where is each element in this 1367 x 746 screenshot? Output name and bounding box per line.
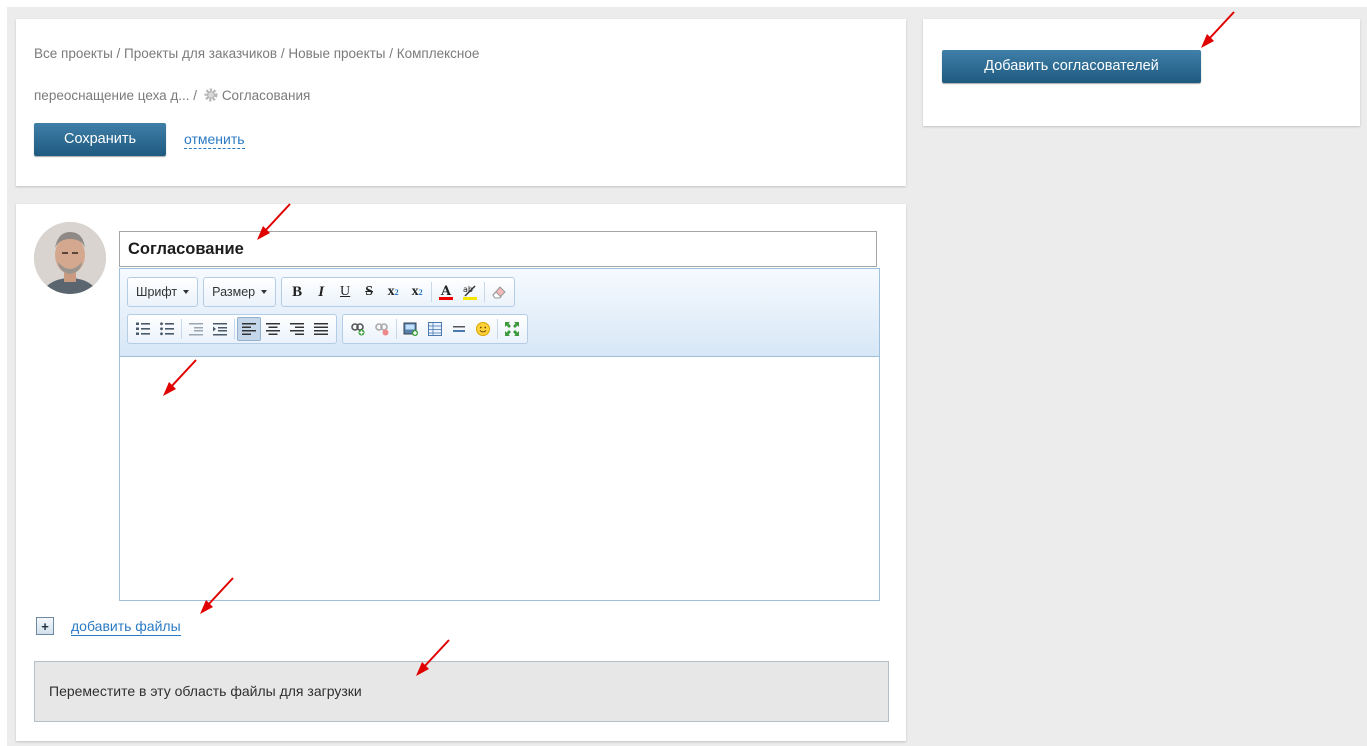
toolbar-separator bbox=[396, 319, 397, 339]
superscript-icon[interactable]: x2 bbox=[405, 280, 429, 304]
annotation-arrow bbox=[1201, 11, 1235, 48]
annotation-arrow bbox=[257, 203, 291, 240]
annotation-arrow bbox=[416, 639, 450, 676]
list-group bbox=[127, 314, 337, 344]
font-dropdown[interactable]: Шрифт bbox=[127, 277, 199, 307]
align-left-icon[interactable] bbox=[237, 317, 261, 341]
svg-text:A: A bbox=[440, 284, 452, 299]
breadcrumb-path[interactable]: переоснащение цеха д... / bbox=[34, 88, 201, 103]
outdent-icon[interactable] bbox=[184, 317, 208, 341]
editor-panel: Согласование Шрифт Размер B I U S x2 x2 … bbox=[16, 204, 906, 741]
link-icon[interactable] bbox=[346, 317, 370, 341]
insert-group bbox=[342, 314, 528, 344]
avatar bbox=[34, 222, 106, 294]
chevron-down-icon bbox=[183, 290, 190, 294]
rich-text-editor: Шрифт Размер B I U S x2 x2 A ab bbox=[119, 268, 880, 601]
save-button[interactable]: Сохранить bbox=[34, 123, 166, 156]
gear-icon bbox=[203, 78, 219, 102]
breadcrumb-line-1[interactable]: Все проекты / Проекты для заказчиков / Н… bbox=[34, 33, 479, 75]
strikethrough-icon[interactable]: S bbox=[357, 280, 381, 304]
toolbar-separator bbox=[431, 282, 433, 302]
annotation-arrow bbox=[200, 577, 234, 614]
size-dropdown-label: Размер bbox=[212, 285, 256, 299]
title-input[interactable]: Согласование bbox=[119, 231, 877, 267]
smiley-icon[interactable] bbox=[471, 317, 495, 341]
add-files-icon[interactable]: + bbox=[36, 617, 54, 635]
add-files-link[interactable]: добавить файлы bbox=[71, 618, 181, 636]
toolbar-row-1: Шрифт Размер B I U S x2 x2 A ab bbox=[127, 276, 520, 308]
bold-icon[interactable]: B bbox=[285, 280, 309, 304]
text-color-icon[interactable]: A bbox=[434, 280, 458, 304]
numbered-list-icon[interactable] bbox=[131, 317, 155, 341]
approvers-panel: Добавить согласователей bbox=[923, 19, 1360, 126]
font-dropdown-label: Шрифт bbox=[136, 285, 178, 299]
editor-content-area[interactable] bbox=[120, 358, 879, 600]
eraser-icon[interactable] bbox=[487, 280, 511, 304]
chevron-down-icon bbox=[261, 290, 268, 294]
highlight-color-icon[interactable]: ab bbox=[458, 280, 482, 304]
format-group: B I U S x2 x2 A ab bbox=[281, 277, 516, 307]
align-center-icon[interactable] bbox=[261, 317, 285, 341]
align-right-icon[interactable] bbox=[285, 317, 309, 341]
subscript-icon[interactable]: x2 bbox=[381, 280, 405, 304]
breadcrumb-line-2: переоснащение цеха д... / Согласования bbox=[34, 75, 310, 117]
horizontal-rule-icon[interactable] bbox=[447, 317, 471, 341]
add-approvers-button[interactable]: Добавить согласователей bbox=[942, 50, 1201, 83]
insert-image-icon[interactable] bbox=[399, 317, 423, 341]
toolbar-separator bbox=[497, 319, 498, 339]
indent-icon[interactable] bbox=[208, 317, 232, 341]
breadcrumb-current: Согласования bbox=[221, 88, 311, 103]
maximize-icon[interactable] bbox=[500, 317, 524, 341]
size-dropdown[interactable]: Размер bbox=[203, 277, 277, 307]
cancel-link[interactable]: отменить bbox=[184, 130, 245, 149]
dropzone-text: Переместите в эту область файлы для загр… bbox=[49, 683, 362, 699]
align-justify-icon[interactable] bbox=[309, 317, 333, 341]
italic-icon[interactable]: I bbox=[309, 280, 333, 304]
file-dropzone[interactable]: Переместите в эту область файлы для загр… bbox=[34, 661, 889, 722]
unlink-icon[interactable] bbox=[370, 317, 394, 341]
toolbar-separator bbox=[234, 319, 235, 339]
toolbar-row-2 bbox=[127, 313, 533, 345]
bullet-list-icon[interactable] bbox=[155, 317, 179, 341]
table-icon[interactable] bbox=[423, 317, 447, 341]
toolbar-separator bbox=[484, 282, 486, 302]
annotation-arrow bbox=[163, 359, 197, 396]
toolbar-separator bbox=[181, 319, 182, 339]
underline-icon[interactable]: U bbox=[333, 280, 357, 304]
editor-toolbar: Шрифт Размер B I U S x2 x2 A ab bbox=[120, 269, 879, 357]
header-panel: Все проекты / Проекты для заказчиков / Н… bbox=[16, 19, 906, 186]
